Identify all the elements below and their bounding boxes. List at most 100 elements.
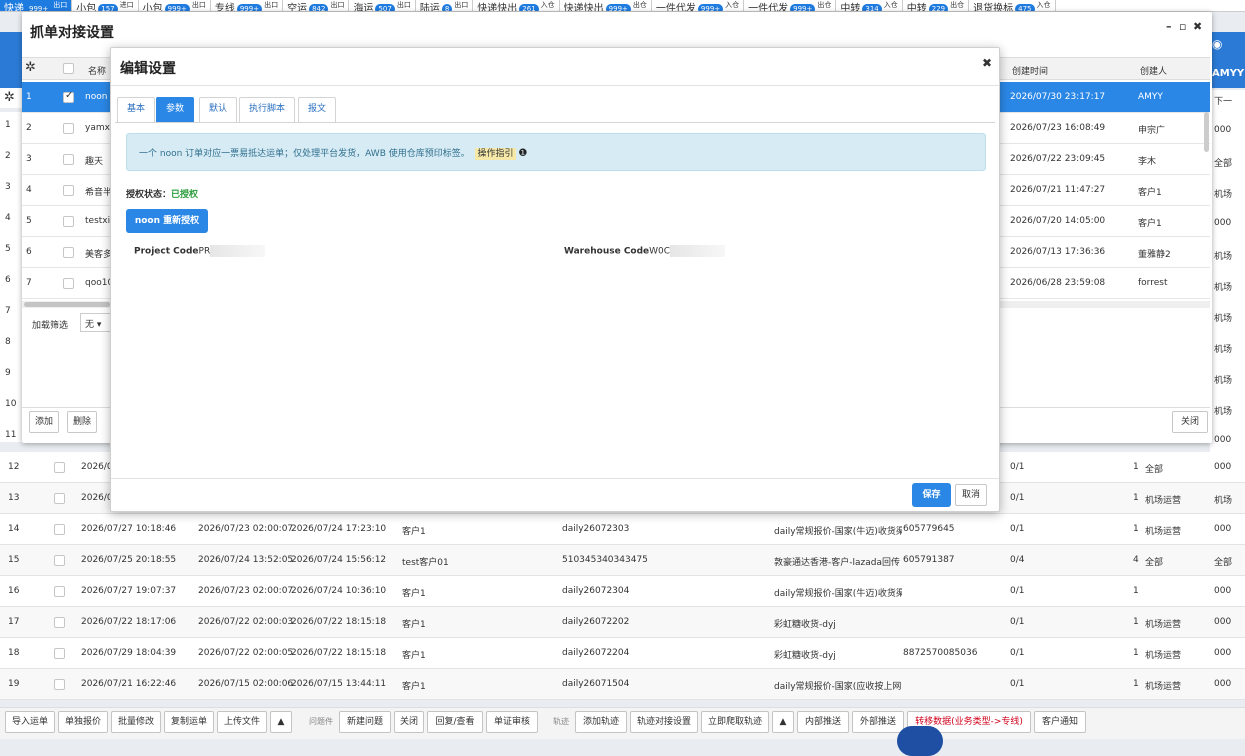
- bg-cell: 机场: [1214, 407, 1233, 417]
- top-tab-label: 一件代发: [655, 3, 696, 12]
- import-waybill-button[interactable]: 导入运单: [5, 711, 55, 733]
- select-all-checkbox[interactable]: [63, 63, 74, 74]
- row-checkbox[interactable]: [54, 586, 65, 597]
- top-tab[interactable]: 快递快出 261入仓: [473, 0, 560, 11]
- row-number: 9: [5, 368, 11, 378]
- minimize-icon[interactable]: –: [1166, 20, 1172, 33]
- add-button[interactable]: 添加: [29, 411, 59, 433]
- restore-icon[interactable]: ▫: [1179, 20, 1186, 33]
- bg-cell: 机场: [1214, 252, 1233, 262]
- info-text: 一个 noon 订单对应一票易抵达运单；仅处理平台发货，AWB 使用仓库预印标签…: [139, 149, 470, 159]
- cancel-button[interactable]: 取消: [955, 484, 987, 506]
- quote-button[interactable]: 单独报价: [58, 711, 108, 733]
- top-tab[interactable]: 一件代发 999+出仓: [744, 0, 837, 11]
- guide-link[interactable]: 操作指引: [475, 148, 516, 160]
- new-issue-button[interactable]: 新建问题: [339, 711, 391, 733]
- row-checkbox[interactable]: ✓: [63, 90, 74, 103]
- row-checkbox[interactable]: [54, 462, 65, 473]
- top-tab[interactable]: 陆运 8出口: [416, 0, 474, 12]
- table-row[interactable]: 19 2026/07/21 16:22:46 2026/07/15 02:00:06…: [0, 669, 1245, 700]
- top-tab[interactable]: 退货换标 475入仓: [969, 0, 1056, 12]
- top-tab[interactable]: 中转 229出仓: [903, 0, 970, 11]
- scrollbar-thumb[interactable]: [1204, 112, 1209, 152]
- table-row[interactable]: 15 2026/07/25 20:18:55 2026/07/24 13:52:05…: [0, 545, 1245, 576]
- table-cell: 机场运营: [1145, 496, 1182, 506]
- top-tab[interactable]: 快递 999+出口: [0, 0, 73, 11]
- table-row[interactable]: 14 2026/07/27 10:18:46 2026/07/23 02:00:07…: [0, 514, 1245, 545]
- close-icon[interactable]: ✖: [1193, 20, 1202, 33]
- table-cell: 敦豪通达香港-客户-lazada回传: [774, 558, 900, 568]
- top-tab[interactable]: 快递快出 999+出仓: [560, 0, 652, 12]
- close-icon[interactable]: ✖: [982, 56, 992, 70]
- column-creator: 创建人: [1140, 67, 1168, 77]
- copy-waybill-button[interactable]: 复制运单: [164, 711, 214, 733]
- table-row[interactable]: 18 2026/07/29 18:04:39 2026/07/22 02:00:05…: [0, 638, 1245, 669]
- row-checkbox[interactable]: [54, 617, 65, 628]
- tab-3[interactable]: 执行脚本: [239, 97, 296, 122]
- tab-1[interactable]: 参数: [156, 97, 195, 122]
- chat-bubble-icon[interactable]: [897, 726, 943, 756]
- row-checkbox[interactable]: [63, 247, 74, 258]
- count-badge: 261: [519, 4, 539, 11]
- row-checkbox[interactable]: [63, 154, 74, 165]
- row-checkbox[interactable]: [54, 555, 65, 566]
- table-cell: 客户1: [402, 651, 426, 661]
- table-cell: 0/1: [1010, 617, 1025, 627]
- delete-button[interactable]: 删除: [67, 411, 97, 433]
- dropdown-circle-icon[interactable]: ◉: [1212, 37, 1222, 51]
- top-tab-label: 退货换标: [973, 3, 1014, 12]
- table-cell: 2026/07/21 16:22:46: [81, 679, 177, 689]
- row-checkbox[interactable]: [63, 216, 74, 227]
- add-track-button[interactable]: 添加轨迹: [575, 711, 627, 733]
- outer-close-button[interactable]: 关闭: [1172, 411, 1208, 433]
- row-number: 7: [26, 278, 32, 288]
- tab-4[interactable]: 报文: [298, 97, 337, 122]
- horizontal-scrollbar-thumb[interactable]: [24, 302, 110, 307]
- document-audit-button[interactable]: 单证审核: [486, 711, 538, 733]
- table-cell: 605779645: [903, 524, 955, 534]
- row-checkbox[interactable]: [63, 185, 74, 196]
- table-row[interactable]: 16 2026/07/27 19:07:37 2026/07/23 02:00:07…: [0, 576, 1245, 607]
- top-tab[interactable]: 一件代发 999+入仓: [652, 0, 745, 12]
- bg-cell: 机场: [1214, 283, 1233, 293]
- customer-notify-button[interactable]: 客户通知: [1034, 711, 1086, 733]
- reauthorize-button[interactable]: noon 重新授权: [126, 209, 208, 233]
- top-tab[interactable]: 小包 999+出口: [139, 0, 211, 11]
- table-cell: 510345340343475: [562, 555, 648, 565]
- save-button[interactable]: 保存: [912, 483, 951, 507]
- table-cell: 2026/07/22 18:15:18: [291, 617, 387, 627]
- top-tab[interactable]: 海运 507出口: [349, 0, 416, 11]
- top-tab-label: 快递快出: [563, 3, 604, 12]
- tab-0[interactable]: 基本: [117, 97, 156, 122]
- upload-file-button[interactable]: 上传文件: [217, 711, 267, 733]
- top-tab-label: 陆运: [419, 3, 440, 12]
- row-checkbox[interactable]: [54, 524, 65, 535]
- close-issue-button[interactable]: 关闭: [394, 711, 424, 733]
- reply-view-button[interactable]: 回复/查看: [427, 711, 483, 733]
- crawl-track-button[interactable]: 立即爬取轨迹: [701, 711, 769, 733]
- filter-select[interactable]: 无 ▾: [80, 313, 112, 332]
- internal-push-button[interactable]: 内部推送: [797, 711, 849, 733]
- table-cell: 18: [8, 648, 20, 658]
- gear-icon[interactable]: ✲: [25, 60, 36, 75]
- top-tab[interactable]: 中转 314入仓: [836, 0, 903, 11]
- row-checkbox[interactable]: [54, 493, 65, 504]
- top-tab[interactable]: 小包 157进口: [72, 0, 139, 11]
- external-push-button[interactable]: 外部推送: [852, 711, 904, 733]
- table-cell: 机场运营: [1145, 527, 1182, 537]
- top-tab[interactable]: 专线 999+出口: [211, 0, 284, 11]
- row-checkbox[interactable]: [63, 278, 74, 289]
- gear-icon[interactable]: ✲: [4, 90, 15, 105]
- tab-2[interactable]: 默认: [199, 97, 238, 122]
- info-circle-icon[interactable]: ❶: [518, 148, 527, 159]
- batch-edit-button[interactable]: 批量修改: [111, 711, 161, 733]
- track-integration-button[interactable]: 轨迹对接设置: [630, 711, 698, 733]
- row-checkbox[interactable]: [54, 679, 65, 690]
- table-row[interactable]: 17 2026/07/22 18:17:06 2026/07/22 02:00:03…: [0, 607, 1245, 638]
- row-checkbox[interactable]: [63, 123, 74, 134]
- top-tab-kind: 进口: [119, 1, 134, 9]
- top-tab[interactable]: 空运 842出口: [283, 0, 350, 11]
- more-up-button[interactable]: ▲: [270, 711, 292, 733]
- more-up-button[interactable]: ▲: [772, 711, 794, 733]
- row-checkbox[interactable]: [54, 648, 65, 659]
